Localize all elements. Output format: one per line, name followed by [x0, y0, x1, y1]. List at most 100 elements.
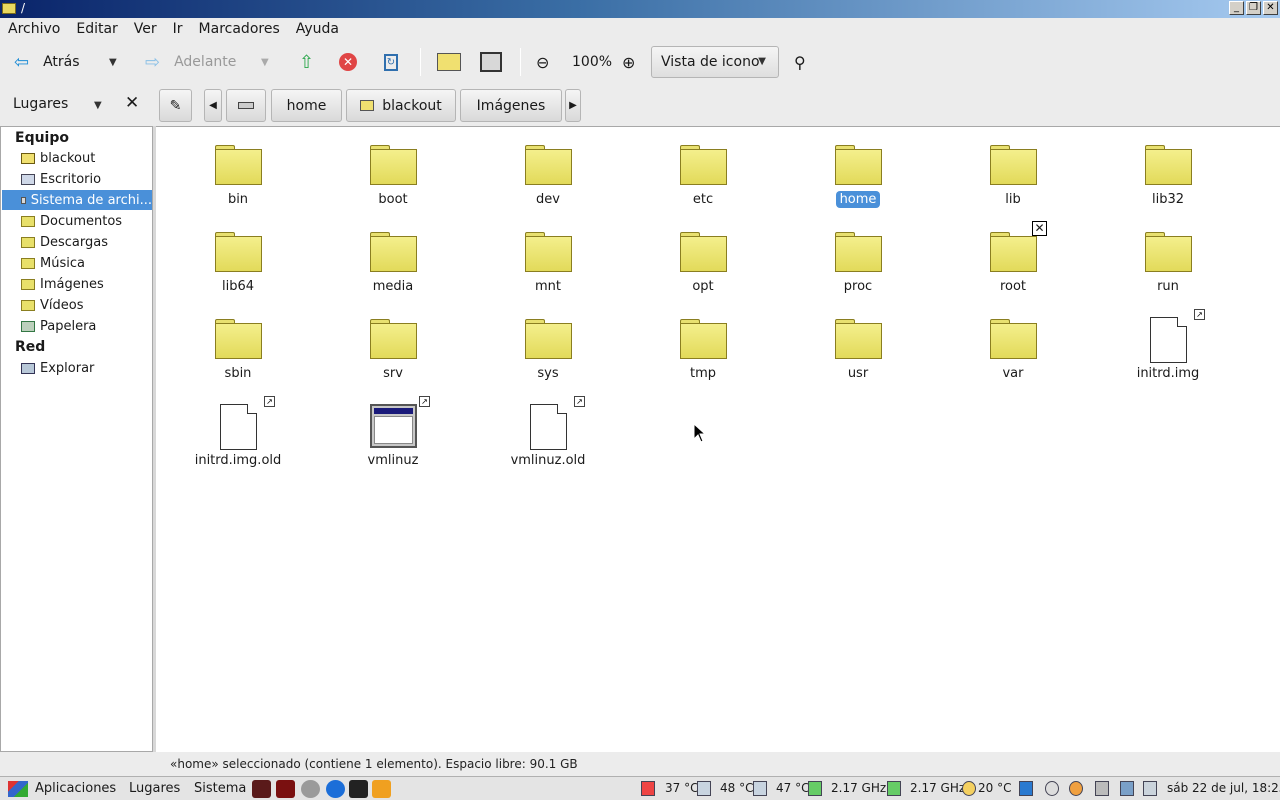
volume-icon[interactable]: [1095, 781, 1109, 796]
sidebar-item-explorar[interactable]: Explorar: [2, 358, 152, 378]
stop-button[interactable]: ✕: [339, 40, 357, 84]
menu-ver[interactable]: Ver: [134, 21, 157, 37]
file-item[interactable]: sys: [483, 309, 613, 389]
tray-app-icon[interactable]: [1019, 781, 1033, 796]
file-item[interactable]: ↗ initrd.img.old: [173, 396, 303, 476]
window-titlebar[interactable]: / _ ❐ ✕: [0, 0, 1280, 18]
forward-button[interactable]: ⇨ Adelante: [145, 40, 236, 84]
file-item[interactable]: media: [328, 222, 458, 302]
back-history-dropdown[interactable]: ▼: [109, 40, 117, 84]
sidebar-item-blackout[interactable]: blackout: [2, 148, 152, 168]
cpu-freq-1: 2.17 GHz: [831, 781, 887, 795]
file-item[interactable]: srv: [328, 309, 458, 389]
file-icon: [530, 404, 567, 450]
breadcrumb-blackout[interactable]: blackout: [346, 89, 456, 122]
menu-editar[interactable]: Editar: [76, 21, 117, 37]
file-item[interactable]: lib32: [1103, 135, 1233, 215]
file-item[interactable]: bin: [173, 135, 303, 215]
folder-icon: [990, 232, 1037, 272]
file-item[interactable]: etc: [638, 135, 768, 215]
launcher-app-icon[interactable]: [276, 780, 295, 798]
file-item[interactable]: home: [793, 135, 923, 215]
file-item[interactable]: lib: [948, 135, 1078, 215]
search-button[interactable]: ⚲: [794, 40, 806, 84]
sidebar-item-musica[interactable]: Música: [2, 253, 152, 273]
sidebar-item-escritorio[interactable]: Escritorio: [2, 169, 152, 189]
sidebar-item-label: Descargas: [40, 234, 109, 250]
view-mode-select[interactable]: Vista de icono ▼: [651, 46, 779, 78]
menu-ir[interactable]: Ir: [173, 21, 183, 37]
network-status-icon[interactable]: [1120, 781, 1134, 796]
symlink-icon: ↗: [1194, 309, 1205, 320]
computer-button[interactable]: [480, 40, 502, 84]
sidebar-item-documentos[interactable]: Documentos: [2, 211, 152, 231]
folder-icon: [680, 145, 727, 185]
up-button[interactable]: ⇧: [299, 40, 314, 84]
folder-icon: [21, 215, 35, 227]
breadcrumb-scroll-left[interactable]: ◀: [204, 89, 222, 122]
file-item[interactable]: ↗ initrd.img: [1103, 309, 1233, 389]
file-item[interactable]: dev: [483, 135, 613, 215]
browser-icon[interactable]: [326, 780, 345, 798]
update-notifier-icon[interactable]: [1069, 781, 1083, 796]
menu-archivo[interactable]: Archivo: [8, 21, 60, 37]
back-button[interactable]: ⇦ Atrás: [14, 40, 80, 84]
launcher-app-icon[interactable]: [252, 780, 271, 798]
file-item[interactable]: opt: [638, 222, 768, 302]
file-name-label: lib: [948, 192, 1078, 207]
panel-menu-lugares[interactable]: Lugares: [129, 781, 180, 796]
close-sidebar-icon[interactable]: ✕: [125, 93, 139, 113]
file-name-label: sbin: [173, 366, 303, 381]
sidebar-item-imagenes[interactable]: Imágenes: [2, 274, 152, 294]
menu-marcadores[interactable]: Marcadores: [199, 21, 280, 37]
sidebar-item-papelera[interactable]: Papelera: [2, 316, 152, 336]
file-item[interactable]: ↗ vmlinuz: [328, 396, 458, 476]
wireless-icon[interactable]: [1045, 781, 1059, 796]
sidebar-item-descargas[interactable]: Descargas: [2, 232, 152, 252]
sidebar-item-sistema-de-archivos[interactable]: Sistema de archi...: [2, 190, 152, 210]
menu-ayuda[interactable]: Ayuda: [296, 21, 339, 37]
zoom-out-button[interactable]: ⊖: [536, 40, 549, 84]
file-item[interactable]: tmp: [638, 309, 768, 389]
minimize-button[interactable]: _: [1229, 1, 1244, 15]
file-item[interactable]: proc: [793, 222, 923, 302]
file-item[interactable]: sbin: [173, 309, 303, 389]
sidebar-item-videos[interactable]: Vídeos: [2, 295, 152, 315]
file-item[interactable]: usr: [793, 309, 923, 389]
toolbar-separator: [420, 48, 421, 76]
chevron-down-icon[interactable]: ▼: [94, 100, 102, 111]
close-button[interactable]: ✕: [1263, 1, 1278, 15]
home-folder-icon: [437, 53, 461, 71]
panel-menu-aplicaciones[interactable]: Aplicaciones: [35, 781, 116, 796]
file-icon: [1150, 317, 1187, 363]
launcher-app-icon[interactable]: [372, 780, 391, 798]
file-name-text: srv: [383, 366, 403, 381]
file-item[interactable]: boot: [328, 135, 458, 215]
breadcrumb-scroll-right[interactable]: ▶: [565, 89, 581, 122]
bottom-panel: Aplicaciones Lugares Sistema 37 °C 48 °C…: [0, 776, 1280, 800]
panel-menu-sistema[interactable]: Sistema: [194, 781, 246, 796]
home-button[interactable]: [437, 40, 461, 84]
edit-location-button[interactable]: ✎: [159, 89, 192, 122]
breadcrumb-home[interactable]: home: [271, 89, 342, 122]
zoom-in-button[interactable]: ⊕: [622, 40, 635, 84]
reload-button[interactable]: ↻: [384, 40, 398, 84]
file-item[interactable]: run: [1103, 222, 1233, 302]
symlink-icon: ↗: [419, 396, 430, 407]
file-item[interactable]: ↗ vmlinuz.old: [483, 396, 613, 476]
places-selector[interactable]: Lugares: [13, 96, 68, 112]
file-item[interactable]: ✕ root: [948, 221, 1078, 302]
forward-history-dropdown[interactable]: ▼: [261, 40, 269, 84]
file-icon-view[interactable]: bin boot dev etc home lib lib32 lib64 media mnt op…: [156, 126, 1280, 752]
file-item[interactable]: lib64: [173, 222, 303, 302]
zoom-level[interactable]: 100%: [572, 40, 612, 84]
launcher-app-icon[interactable]: [349, 780, 368, 798]
file-item[interactable]: var: [948, 309, 1078, 389]
clock[interactable]: sáb 22 de jul, 18:25: [1167, 781, 1280, 795]
launcher-app-icon[interactable]: [301, 780, 320, 798]
file-item[interactable]: mnt: [483, 222, 613, 302]
breadcrumb-imagenes[interactable]: Imágenes: [460, 89, 562, 122]
maximize-button[interactable]: ❐: [1246, 1, 1261, 15]
battery-icon[interactable]: [1143, 781, 1157, 796]
breadcrumb-root[interactable]: [226, 89, 266, 122]
